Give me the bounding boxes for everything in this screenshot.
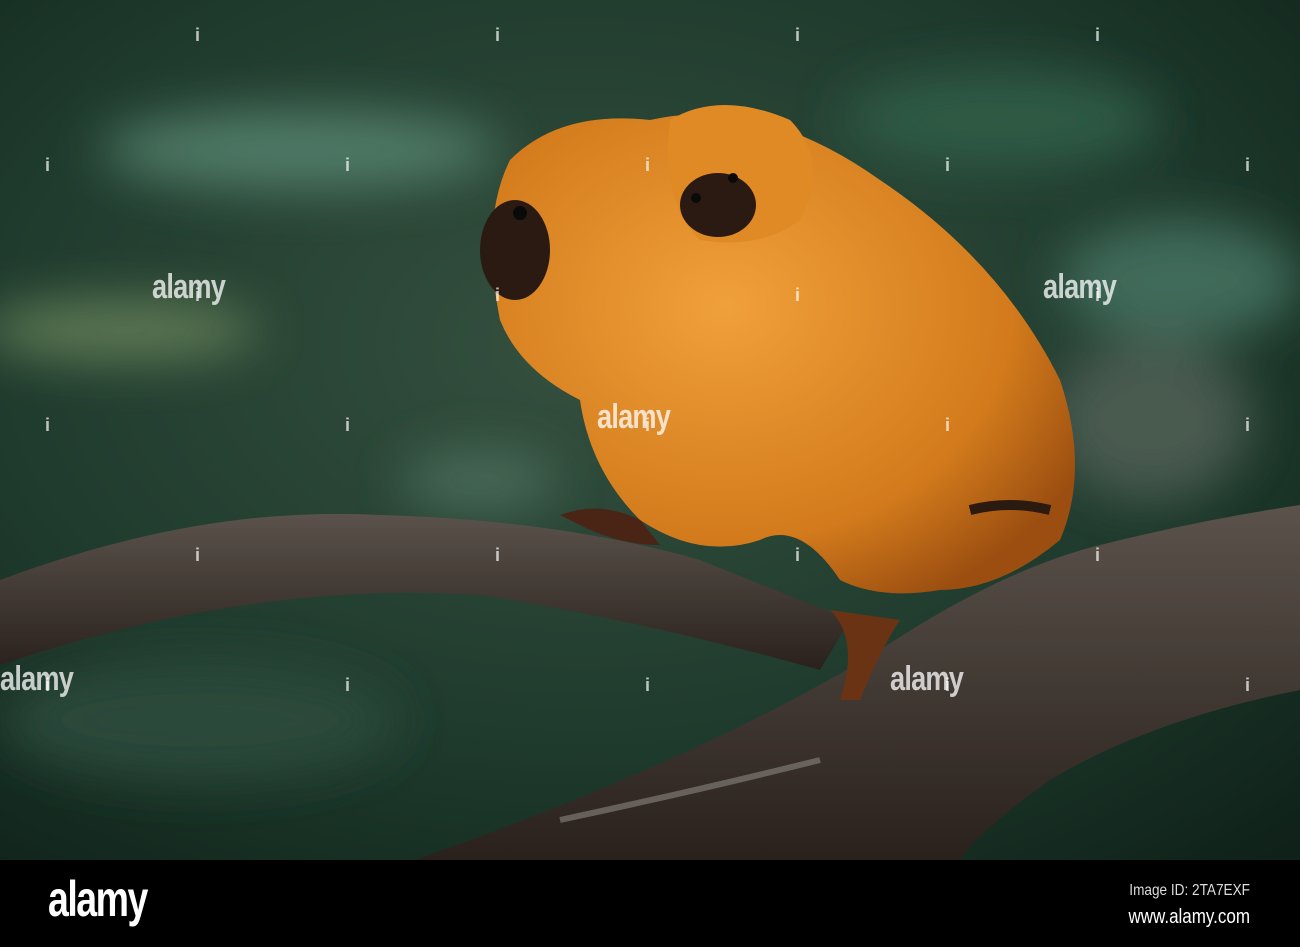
watermark-mark: i	[195, 545, 201, 565]
image-id: Image ID: 2TA7EXF	[1129, 882, 1250, 899]
watermark-mark: i	[345, 675, 351, 695]
alamy-logo: alamy	[48, 871, 148, 927]
watermark-mark: i	[645, 155, 651, 175]
watermark-mark: i	[645, 675, 651, 695]
watermark-mark: i	[45, 155, 51, 175]
watermark-mark: i	[495, 25, 501, 45]
watermark-mark: i	[1095, 545, 1101, 565]
watermark-mark: i	[1245, 415, 1251, 435]
watermark-mark: i	[945, 415, 951, 435]
watermark-mark: i	[195, 285, 201, 305]
watermark-mark: i	[945, 675, 951, 695]
watermark-text: alamy	[0, 660, 74, 698]
watermark-mark: i	[1245, 675, 1251, 695]
watermark-mark: i	[1095, 25, 1101, 45]
watermark-mark: i	[945, 155, 951, 175]
watermark-mark: i	[195, 25, 201, 45]
watermark-mark: i	[795, 25, 801, 45]
watermark-mark: i	[1245, 155, 1251, 175]
watermark-mark: i	[795, 545, 801, 565]
watermark-mark: i	[45, 415, 51, 435]
watermark-text: alamy	[152, 268, 226, 306]
watermark-mark: i	[645, 415, 651, 435]
baby-tamarin	[668, 105, 813, 243]
watermark-mark: i	[795, 285, 801, 305]
watermark-mark: i	[1095, 285, 1101, 305]
watermark-text: alamy	[890, 660, 964, 698]
footer-bar: alamy Image ID: 2TA7EXF www.alamy.com	[0, 860, 1300, 947]
watermark-mark: i	[45, 675, 51, 695]
site-url: www.alamy.com	[1128, 906, 1250, 928]
watermark-mark: i	[495, 285, 501, 305]
watermark-mark: i	[345, 155, 351, 175]
watermark-mark: i	[495, 545, 501, 565]
watermark-mark: i	[345, 415, 351, 435]
stock-photo: alamy alamy alamy alamy alamy i i i i i i i i i i…	[0, 0, 1300, 947]
watermark-text: alamy	[1043, 268, 1117, 306]
watermark-text: alamy	[597, 398, 671, 436]
